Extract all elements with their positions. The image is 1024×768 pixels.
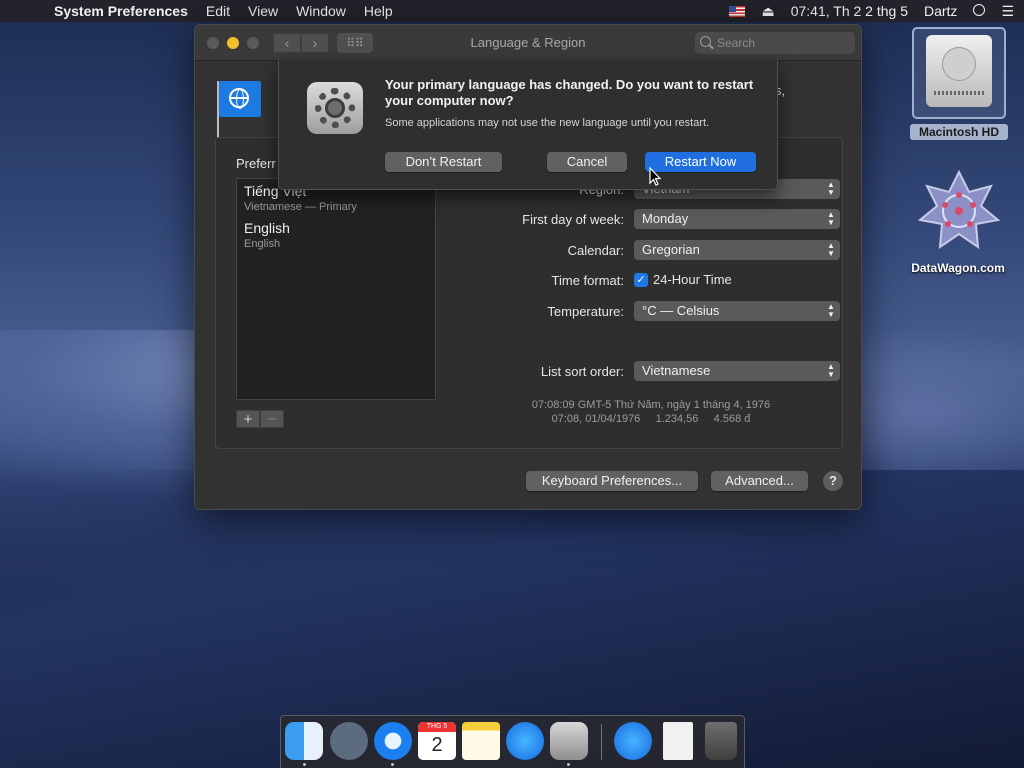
dialog-message: Your primary language has changed. Do yo… (385, 77, 754, 108)
chevron-updown-icon: ▲ ▼ (827, 180, 835, 197)
datawagon-webloc-icon[interactable] (918, 170, 1000, 252)
macintosh-hd-icon[interactable] (912, 27, 1006, 119)
menu-view[interactable]: View (248, 3, 278, 19)
search-input[interactable]: Search (695, 32, 855, 54)
system-preferences-gear-icon (307, 82, 363, 134)
sort-order-row: List sort order: Vietnamese ▲ ▼ (456, 361, 846, 383)
first-day-row: First day of week: Monday ▲ ▼ (456, 209, 846, 231)
first-day-popup[interactable]: Monday ▲ ▼ (634, 209, 840, 229)
temperature-label: Temperature: (547, 304, 624, 319)
document-icon[interactable] (663, 722, 693, 760)
dock: THG 5 2 (280, 715, 745, 768)
help-button[interactable]: ? (823, 471, 843, 491)
language-sub: English (244, 238, 281, 250)
calendar-icon[interactable]: THG 5 2 (418, 722, 456, 760)
remove-language-button[interactable]: − (260, 410, 284, 428)
cancel-button[interactable]: Cancel (547, 152, 627, 172)
menu-help[interactable]: Help (364, 3, 393, 19)
time-format-checkbox[interactable]: ✓ (634, 273, 648, 287)
time-format-row: Time format: ✓ 24-Hour Time (456, 270, 846, 292)
eject-icon[interactable]: ⏏ (761, 3, 774, 20)
calendar-popup[interactable]: Gregorian ▲ ▼ (634, 240, 840, 260)
chevron-updown-icon: ▲ ▼ (827, 362, 835, 379)
time-format-label: Time format: (551, 273, 624, 288)
app-store-downloads-icon[interactable] (614, 722, 652, 760)
chevron-updown-icon: ▲ ▼ (827, 210, 835, 227)
language-list[interactable]: Tiếng Việt Vietnamese — Primary English … (236, 178, 436, 400)
format-sample-line2: 07:08, 01/04/1976 1.234,56 4.568 đ (551, 413, 751, 425)
launchpad-icon[interactable] (330, 722, 368, 760)
datawagon-label[interactable]: DataWagon.com (890, 261, 1024, 275)
sort-order-label: List sort order: (540, 364, 624, 379)
temperature-popup[interactable]: °C — Celsius ▲ ▼ (634, 301, 840, 321)
calendar-row: Calendar: Gregorian ▲ ▼ (456, 240, 846, 262)
user-name[interactable]: Dartz (924, 3, 957, 19)
title-bar: ‹ › ⠿⠿ Language & Region Search (195, 25, 861, 61)
sort-order-popup[interactable]: Vietnamese ▲ ▼ (634, 361, 840, 381)
running-indicator (391, 763, 394, 766)
preferred-languages-label: Preferr (236, 156, 276, 171)
list-item[interactable]: English English (244, 220, 290, 250)
notes-icon[interactable] (462, 722, 500, 760)
spotlight-icon[interactable] (973, 4, 986, 16)
calendar-month: THG 5 (418, 722, 456, 732)
menu-bar: System Preferences Edit View Window Help… (0, 0, 1024, 22)
chevron-updown-icon: ▲ ▼ (827, 302, 835, 319)
running-indicator (303, 763, 306, 766)
keyboard-preferences-button[interactable]: Keyboard Preferences... (526, 471, 698, 491)
mouse-cursor-icon (649, 167, 662, 186)
time-format-value[interactable]: 24-Hour Time (653, 272, 732, 287)
first-day-label: First day of week: (522, 212, 624, 227)
advanced-button[interactable]: Advanced... (711, 471, 808, 491)
language-region-flag-icon (219, 81, 261, 117)
running-indicator (567, 763, 570, 766)
app-store-icon[interactable] (506, 722, 544, 760)
restart-dialog: Your primary language has changed. Do yo… (278, 60, 778, 190)
add-language-button[interactable]: + (236, 410, 260, 428)
dont-restart-button[interactable]: Don’t Restart (385, 152, 502, 172)
macintosh-hd-label[interactable]: Macintosh HD (910, 124, 1008, 140)
chevron-updown-icon: ▲ ▼ (827, 241, 835, 258)
menu-app-name[interactable]: System Preferences (54, 3, 188, 19)
dock-separator (601, 724, 602, 760)
dialog-info: Some applications may not use the new la… (385, 117, 710, 129)
calendar-label: Calendar: (567, 243, 624, 258)
input-source-flag-icon[interactable] (729, 5, 746, 17)
menu-window[interactable]: Window (296, 3, 346, 19)
clock[interactable]: 07:41, Th 2 2 thg 5 (791, 3, 908, 19)
temperature-row: Temperature: °C — Celsius ▲ ▼ (456, 301, 846, 323)
trash-icon[interactable] (705, 722, 737, 760)
menu-edit[interactable]: Edit (206, 3, 230, 19)
system-preferences-icon[interactable] (550, 722, 588, 760)
language-name: English (244, 220, 290, 236)
notification-center-icon[interactable]: ☰ (1001, 3, 1014, 20)
language-sub: Vietnamese — Primary (244, 201, 357, 213)
format-sample-line1: 07:08:09 GMT-5 Thứ Năm, ngày 1 tháng 4, … (531, 399, 771, 411)
finder-icon[interactable] (285, 722, 323, 760)
safari-icon[interactable] (374, 722, 412, 760)
calendar-day: 2 (431, 734, 443, 756)
